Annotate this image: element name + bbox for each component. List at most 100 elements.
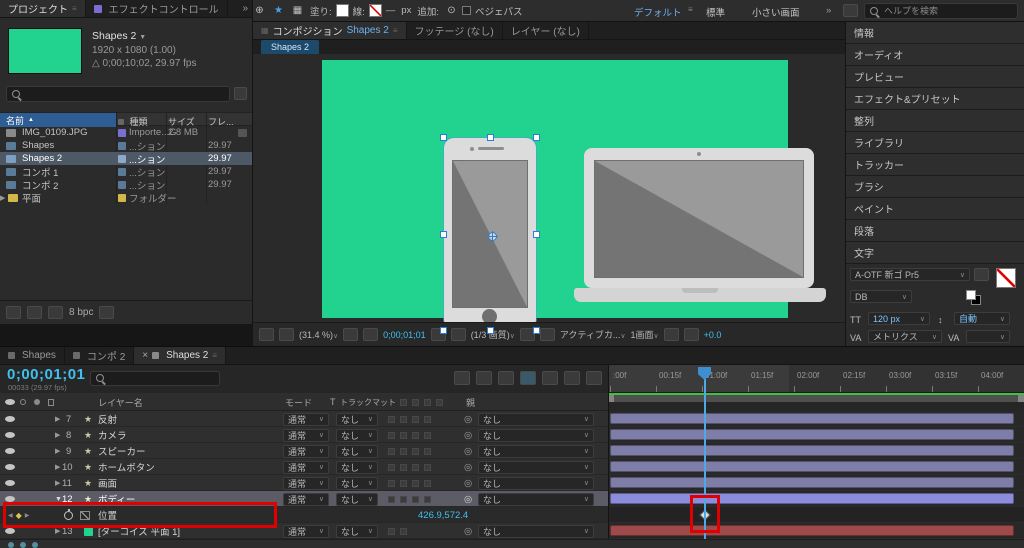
- layer-name[interactable]: スピーカー: [98, 443, 146, 459]
- mode-select[interactable]: 通常∨: [283, 413, 329, 426]
- parent-select[interactable]: なし∨: [478, 413, 594, 426]
- current-timecode[interactable]: 0;00;01;01: [7, 366, 85, 383]
- expand-arrow-icon[interactable]: ▶: [55, 475, 60, 491]
- tab-composition[interactable]: ▦ コンポジション Shapes 2 ≡: [253, 22, 407, 39]
- column-t[interactable]: T: [330, 393, 336, 411]
- workspace-default[interactable]: デフォルト: [634, 5, 682, 19]
- panel-preview[interactable]: プレビュー: [846, 66, 1024, 88]
- draft-3d-icon[interactable]: [476, 371, 492, 385]
- puppet-pin-tool-icon[interactable]: ⊕: [251, 2, 268, 19]
- project-row-folder[interactable]: ▶ 平面 フォルダー: [0, 191, 252, 204]
- project-row-comp[interactable]: コンポ 1 ...ション 29.97: [0, 165, 252, 178]
- pickwhip-icon[interactable]: ◎: [464, 459, 472, 475]
- column-header-name[interactable]: 名前 ▲: [0, 113, 116, 127]
- eye-icon[interactable]: [5, 528, 15, 534]
- selection-handle[interactable]: [487, 134, 494, 141]
- parent-select[interactable]: なし∨: [478, 461, 594, 474]
- layer-row-13-solid[interactable]: ▶ 13 [ターコイズ 平面 1] 通常∨ なし∨ ◎ なし∨: [0, 523, 608, 539]
- mode-select[interactable]: 通常∨: [283, 445, 329, 458]
- expand-arrow-icon[interactable]: ▶: [55, 443, 60, 459]
- timeline-search-input[interactable]: [110, 374, 215, 384]
- exposure-value[interactable]: +0.0: [704, 330, 722, 340]
- position-value[interactable]: 426.9,572.4: [418, 507, 468, 523]
- comp-title-dropdown-icon[interactable]: ▼: [139, 34, 146, 41]
- project-search-input[interactable]: [26, 89, 225, 99]
- layer-row-7[interactable]: ▶ 7 ★ 反射 通常∨ なし∨ ◎ なし∨: [0, 411, 608, 427]
- create-comp-icon[interactable]: [48, 306, 63, 319]
- tab-footage[interactable]: フッテージ (なし): [407, 22, 503, 39]
- selection-handle[interactable]: [487, 327, 494, 334]
- more-workspaces-icon[interactable]: »: [826, 5, 831, 16]
- layer-duration-bar[interactable]: [610, 445, 1014, 456]
- more-tabs-icon[interactable]: »: [242, 3, 248, 14]
- selected-layer-duration-bar[interactable]: [610, 493, 1014, 504]
- layer-duration-bar[interactable]: [610, 461, 1014, 472]
- preview-timecode[interactable]: 0;00;01;01: [383, 330, 426, 340]
- layer-switches[interactable]: [388, 459, 436, 475]
- tab-project[interactable]: プロジェクト ≡: [0, 0, 86, 17]
- layer-name[interactable]: 反射: [98, 411, 117, 427]
- trkmat-select[interactable]: なし∨: [336, 493, 378, 506]
- panel-paint[interactable]: ペイント: [846, 198, 1024, 220]
- composition-canvas[interactable]: [322, 60, 788, 318]
- pickwhip-icon[interactable]: ◎: [464, 443, 472, 459]
- parent-select[interactable]: なし∨: [478, 525, 594, 538]
- expand-arrow-icon[interactable]: ▶: [55, 411, 60, 427]
- fill-swatch[interactable]: [966, 290, 976, 300]
- mode-select[interactable]: 通常∨: [283, 493, 329, 506]
- prev-keyframe-icon[interactable]: ◀: [8, 512, 13, 519]
- column-trkmat[interactable]: トラックマット: [340, 393, 396, 411]
- viewer-tab-shapes2[interactable]: Shapes 2: [261, 40, 319, 54]
- eye-icon[interactable]: [5, 496, 15, 502]
- selection-handle[interactable]: [440, 134, 447, 141]
- panel-info[interactable]: 情報: [846, 22, 1024, 44]
- leading-select[interactable]: 自動∨: [954, 312, 1010, 325]
- panel-menu-icon[interactable]: ≡: [393, 26, 398, 35]
- camera-select[interactable]: アクティブカ...∨: [560, 328, 626, 341]
- pickwhip-icon[interactable]: ◎: [464, 427, 472, 443]
- trkmat-select[interactable]: なし∨: [336, 445, 378, 458]
- selection-handle[interactable]: [440, 231, 447, 238]
- fill-color-swatch[interactable]: [336, 4, 349, 17]
- timeline-tab-shapes[interactable]: Shapes: [0, 347, 65, 364]
- motion-blur-icon[interactable]: [542, 371, 558, 385]
- project-row-comp-selected[interactable]: Shapes 2 ...ション 29.97: [0, 152, 252, 165]
- parent-select[interactable]: なし∨: [478, 429, 594, 442]
- trkmat-select[interactable]: なし∨: [336, 461, 378, 474]
- workspace-standard[interactable]: 標準: [706, 5, 725, 19]
- layer-row-11[interactable]: ▶ 11 ★ 画面 通常∨ なし∨ ◎ なし∨: [0, 475, 608, 491]
- workspace-menu-icon[interactable]: ≡: [688, 5, 693, 14]
- pickwhip-icon[interactable]: ◎: [464, 475, 472, 491]
- layer-switches[interactable]: [388, 475, 436, 491]
- mode-select[interactable]: 通常∨: [283, 429, 329, 442]
- fast-preview-icon[interactable]: [684, 328, 699, 341]
- pickwhip-icon[interactable]: ◎: [464, 491, 472, 507]
- layer-row-10[interactable]: ▶ 10 ★ ホームボタン 通常∨ なし∨ ◎ なし∨: [0, 459, 608, 475]
- trkmat-select[interactable]: なし∨: [336, 413, 378, 426]
- panel-menu-icon[interactable]: ≡: [212, 351, 217, 360]
- laptop-illustration[interactable]: [584, 148, 814, 288]
- grid-guides-icon[interactable]: [343, 328, 358, 341]
- eyedropper-icon[interactable]: [974, 268, 989, 281]
- always-preview-icon[interactable]: [279, 328, 294, 341]
- anchor-point-icon[interactable]: [488, 232, 497, 241]
- tab-layer[interactable]: レイヤー (なし): [503, 22, 589, 39]
- panel-audio[interactable]: オーディオ: [846, 44, 1024, 66]
- panel-brushes[interactable]: ブラシ: [846, 176, 1024, 198]
- layer-name[interactable]: ボディー: [98, 491, 135, 507]
- mode-select[interactable]: 通常∨: [283, 477, 329, 490]
- create-folder-icon[interactable]: [27, 306, 42, 319]
- layer-duration-bar[interactable]: [610, 477, 1014, 488]
- bit-depth-label[interactable]: 8 bpc: [69, 307, 93, 318]
- layer-row-12-selected[interactable]: ▼ 12 ★ ボディー 通常∨ なし∨ ◎ なし∨: [0, 491, 608, 507]
- panel-effects-presets[interactable]: エフェクト&プリセット: [846, 88, 1024, 110]
- view-layout-select[interactable]: 1画面∨: [630, 328, 658, 341]
- layer-switches[interactable]: [388, 491, 436, 507]
- layer-name[interactable]: ホームボタン: [98, 459, 155, 475]
- keyframe-at-time-icon[interactable]: ◆: [16, 511, 22, 520]
- layer-duration-bar[interactable]: [610, 429, 1014, 440]
- layer-switches[interactable]: [388, 411, 436, 427]
- graph-icon[interactable]: [80, 511, 90, 520]
- panel-paragraph[interactable]: 段落: [846, 220, 1024, 242]
- add-target-icon[interactable]: ⊙: [443, 2, 460, 19]
